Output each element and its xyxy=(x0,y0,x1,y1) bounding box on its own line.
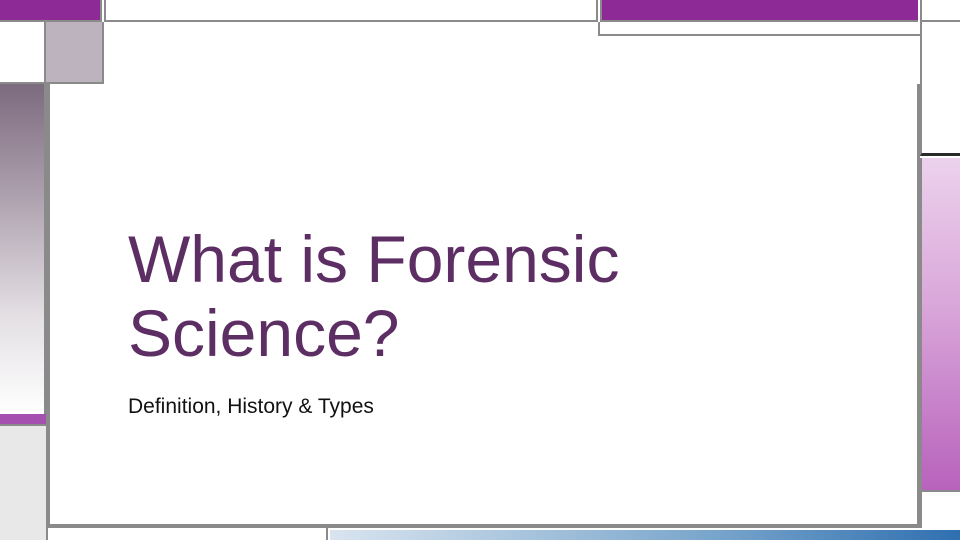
bottom-frame-segment xyxy=(50,528,328,540)
top-right-purple-block xyxy=(600,0,918,22)
left-gradient-strip xyxy=(0,84,46,414)
slide-title: What is Forensic Science? xyxy=(128,222,620,370)
slide-subtitle: Definition, History & Types xyxy=(128,395,374,418)
top-left-purple-block xyxy=(0,0,102,22)
right-top-block xyxy=(920,0,960,22)
bottom-blue-bar xyxy=(330,530,960,540)
top-right-frame-line xyxy=(598,22,920,36)
left-top-block xyxy=(0,22,46,84)
left-purple-bar xyxy=(0,414,46,426)
right-gradient-strip xyxy=(920,158,960,492)
left-bottom-block xyxy=(0,426,48,540)
right-bottom-block xyxy=(920,492,960,528)
right-upper-block xyxy=(920,22,960,156)
left-gray-square xyxy=(46,22,104,84)
top-frame-segment xyxy=(104,0,598,22)
